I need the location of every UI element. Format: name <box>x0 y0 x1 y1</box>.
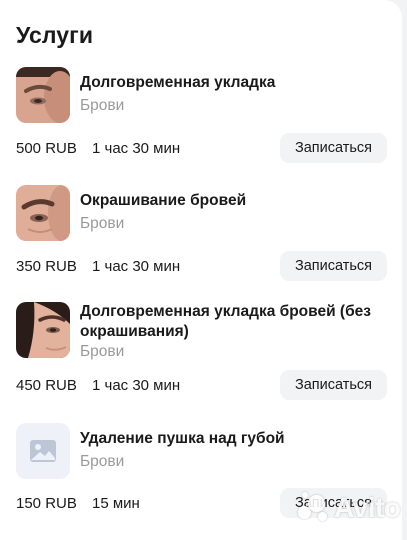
service-name: Окрашивание бровей <box>80 192 247 209</box>
service-name: Долговременная укладка <box>80 74 276 91</box>
service-category: Брови <box>80 97 125 114</box>
section-title: Услуги <box>16 22 94 48</box>
avito-logo-icon <box>298 492 330 524</box>
service-name: Удаление пушка над губой <box>80 430 285 447</box>
service-category: Брови <box>80 453 125 470</box>
service-price: 150 RUB <box>16 495 77 512</box>
service-duration: 1 час 30 мин <box>92 258 181 275</box>
book-button[interactable]: Записаться <box>280 133 387 163</box>
service-price: 350 RUB <box>16 258 77 275</box>
service-duration: 1 час 30 мин <box>92 377 181 394</box>
service-photo[interactable] <box>16 67 70 123</box>
service-category: Брови <box>80 215 125 232</box>
service-photo[interactable] <box>16 302 70 358</box>
service-name: Долговременная укладка бровей (без окраш… <box>80 303 371 340</box>
service-duration: 1 час 30 мин <box>92 140 181 157</box>
service-price: 500 RUB <box>16 140 77 157</box>
book-button[interactable]: Записаться <box>280 251 387 281</box>
service-duration: 15 мин <box>92 495 140 512</box>
avito-watermark: Avito <box>298 492 401 524</box>
book-button[interactable]: Записаться <box>280 370 387 400</box>
image-placeholder-icon[interactable] <box>16 423 70 479</box>
service-category: Брови <box>80 343 125 360</box>
service-photo[interactable] <box>16 185 70 241</box>
watermark-text: Avito <box>334 492 401 523</box>
services-card: Услуги Долговременная укладка Брови 500 … <box>0 0 402 540</box>
service-price: 450 RUB <box>16 377 77 394</box>
